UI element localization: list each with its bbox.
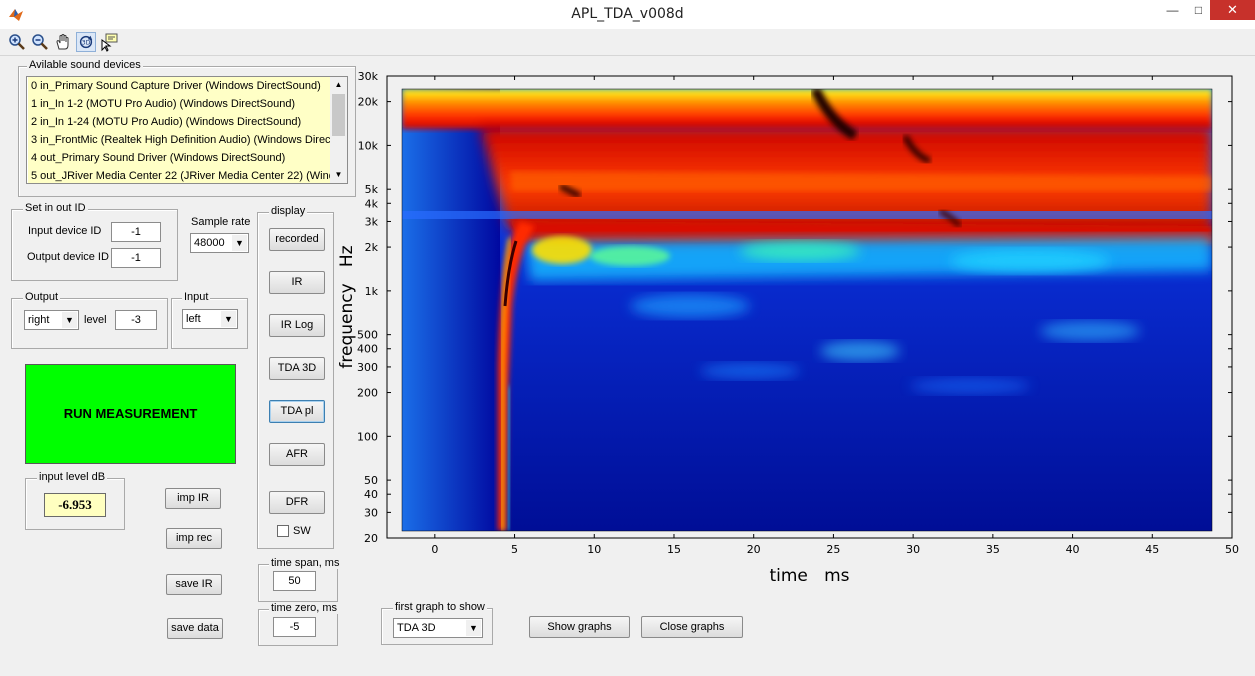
figure-toolbar: 3D (0, 29, 1255, 56)
list-item[interactable]: 1 in_In 1-2 (MOTU Pro Audio) (Windows Di… (28, 95, 331, 113)
y-tick-label: 30k (358, 70, 379, 83)
output-device-id-field[interactable]: -1 (111, 248, 161, 268)
pan-hand-icon[interactable] (53, 32, 73, 52)
x-tick-label: 10 (587, 543, 601, 556)
y-tick-label: 50 (364, 474, 378, 487)
y-tick-label: 4k (365, 197, 379, 210)
y-tick-label: 400 (357, 343, 378, 356)
sound-devices-legend: Avilable sound devices (27, 59, 143, 71)
y-tick-label: 30 (364, 506, 378, 519)
sw-checkbox[interactable] (277, 525, 289, 537)
time-span-field[interactable]: 50 (273, 571, 316, 591)
sound-devices-listbox[interactable]: 0 in_Primary Sound Capture Driver (Windo… (26, 76, 348, 184)
in-out-id-legend: Set in out ID (23, 202, 88, 214)
output-level-label: level (84, 314, 107, 326)
chevron-down-icon: ▼ (466, 620, 481, 636)
chevron-down-icon: ▼ (62, 312, 77, 328)
imp-ir-button[interactable]: imp IR (165, 488, 221, 509)
ir-log-button[interactable]: IR Log (269, 314, 325, 337)
y-tick-label: 3k (365, 215, 379, 228)
first-graph-legend: first graph to show (393, 601, 487, 613)
title-bar: APL_TDA_v008d — □ ✕ (0, 0, 1255, 29)
window-title: APL_TDA_v008d (571, 6, 684, 22)
maximize-icon[interactable]: □ (1184, 0, 1213, 20)
input-channel-value: left (186, 313, 201, 325)
tda-pl-button[interactable]: TDA pl (269, 400, 325, 423)
time-zero-legend: time zero, ms (269, 602, 340, 614)
x-tick-label: 30 (906, 543, 920, 556)
first-graph-select[interactable]: TDA 3D ▼ (393, 618, 483, 638)
list-item[interactable]: 3 in_FrontMic (Realtek High Definition A… (28, 131, 331, 149)
first-graph-value: TDA 3D (397, 622, 436, 634)
x-axis-label: time ms (769, 566, 849, 586)
in-out-id-group (11, 209, 178, 281)
run-measurement-button[interactable]: RUN MEASUREMENT (25, 364, 236, 464)
input-legend: Input (182, 291, 211, 303)
recorded-button[interactable]: recorded (269, 228, 325, 251)
list-item[interactable]: 0 in_Primary Sound Capture Driver (Windo… (28, 77, 331, 95)
display-legend: display (269, 205, 308, 217)
y-tick-label: 100 (357, 430, 378, 443)
y-tick-label: 5k (365, 183, 379, 196)
input-level-legend: input level dB (37, 471, 108, 483)
y-tick-label: 1k (365, 285, 379, 298)
save-data-button[interactable]: save data (167, 618, 223, 639)
zoom-out-icon[interactable] (30, 32, 50, 52)
svg-text:3D: 3D (82, 40, 91, 47)
save-ir-button[interactable]: save IR (166, 574, 222, 595)
minimize-icon[interactable]: — (1158, 0, 1187, 20)
list-item[interactable]: 5 out_JRiver Media Center 22 (JRiver Med… (28, 167, 331, 183)
input-channel-select[interactable]: left ▼ (182, 309, 238, 329)
input-device-id-label: Input device ID (28, 225, 102, 237)
sample-rate-label: Sample rate (191, 216, 251, 228)
input-level-readout: -6.953 (44, 493, 106, 517)
dfr-button[interactable]: DFR (269, 491, 325, 514)
y-tick-label: 20k (358, 96, 379, 109)
y-tick-label: 40 (364, 488, 378, 501)
heatmap-image (402, 89, 1212, 531)
y-tick-label: 20 (364, 532, 378, 545)
tda-spectrogram-plot[interactable]: 0 5 10 15 20 25 30 35 40 45 5020304050100200300400… (330, 66, 1240, 596)
close-graphs-button[interactable]: Close graphs (641, 616, 743, 638)
chevron-down-icon: ▼ (232, 235, 247, 251)
x-tick-label: 50 (1225, 543, 1239, 556)
sw-label: SW (293, 525, 311, 537)
input-device-id-field[interactable]: -1 (111, 222, 161, 242)
y-tick-label: 2k (365, 241, 379, 254)
y-tick-label: 10k (358, 139, 379, 152)
x-tick-label: 20 (747, 543, 761, 556)
zoom-in-icon[interactable] (7, 32, 27, 52)
chevron-down-icon: ▼ (221, 311, 236, 327)
tda-3d-button[interactable]: TDA 3D (269, 357, 325, 380)
list-item[interactable]: 4 out_Primary Sound Driver (Windows Dire… (28, 149, 331, 167)
x-tick-label: 15 (667, 543, 681, 556)
x-tick-label: 45 (1145, 543, 1159, 556)
output-channel-select[interactable]: right ▼ (24, 310, 79, 330)
x-tick-label: 40 (1066, 543, 1080, 556)
output-level-field[interactable]: -3 (115, 310, 157, 330)
output-device-id-label: Output device ID (27, 251, 109, 263)
x-tick-label: 25 (826, 543, 840, 556)
list-item[interactable]: 2 in_In 1-24 (MOTU Pro Audio) (Windows D… (28, 113, 331, 131)
data-cursor-icon[interactable] (99, 32, 119, 52)
output-legend: Output (23, 291, 61, 303)
rotate-3d-icon[interactable]: 3D (76, 32, 96, 52)
x-tick-label: 0 (431, 543, 438, 556)
sample-rate-select[interactable]: 48000 ▼ (190, 233, 249, 253)
imp-rec-button[interactable]: imp rec (166, 528, 222, 549)
sample-rate-value: 48000 (194, 237, 225, 249)
close-icon[interactable]: ✕ (1210, 0, 1255, 20)
ir-button[interactable]: IR (269, 271, 325, 294)
output-channel-value: right (28, 314, 50, 326)
show-graphs-button[interactable]: Show graphs (529, 616, 630, 638)
x-tick-label: 35 (986, 543, 1000, 556)
y-tick-label: 500 (357, 329, 378, 342)
y-tick-label: 200 (357, 387, 378, 400)
time-zero-field[interactable]: -5 (273, 617, 316, 637)
y-axis-label: frequency Hz (337, 245, 357, 368)
x-tick-label: 5 (511, 543, 518, 556)
afr-button[interactable]: AFR (269, 443, 325, 466)
y-tick-label: 300 (357, 361, 378, 374)
